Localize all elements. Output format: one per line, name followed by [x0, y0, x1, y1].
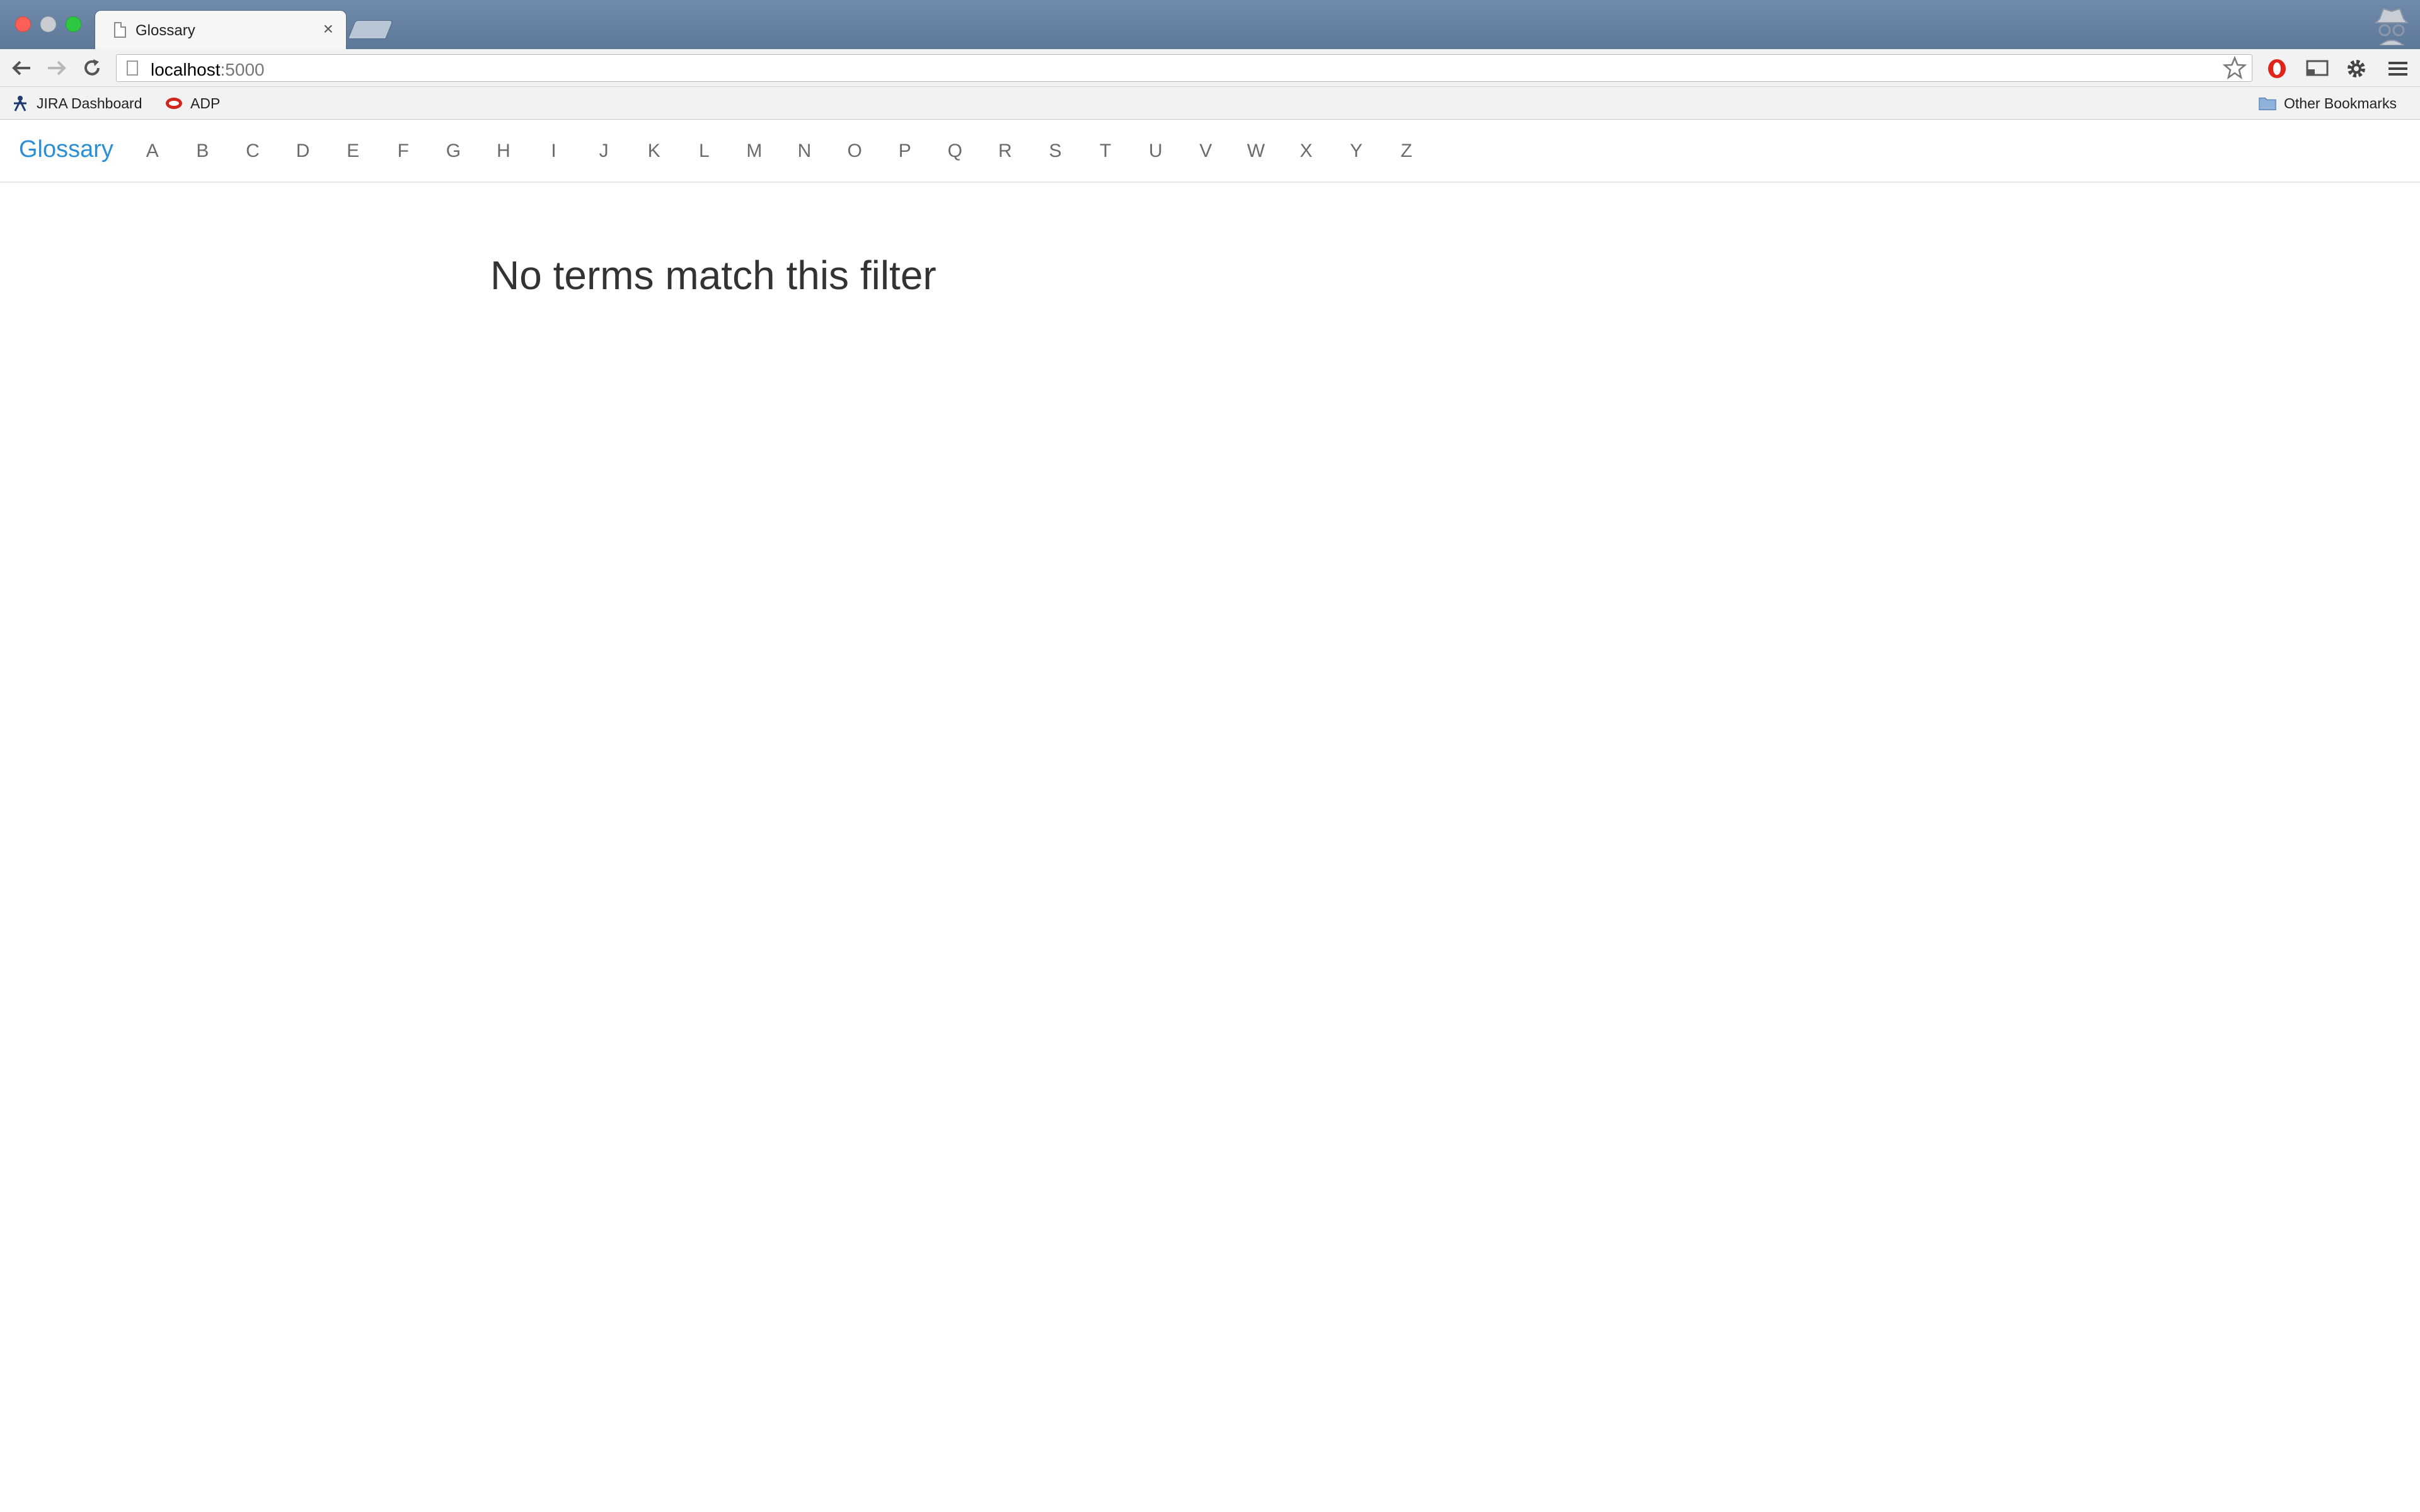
letter-filter-j[interactable]: J — [579, 140, 629, 162]
tab-title: Glossary — [135, 22, 195, 39]
page-icon — [114, 22, 126, 38]
browser-title-bar: Glossary × — [0, 0, 2420, 49]
bookmark-label: JIRA Dashboard — [37, 94, 142, 112]
letter-filter-v[interactable]: V — [1180, 140, 1231, 162]
letter-filter-l[interactable]: L — [679, 140, 730, 162]
letter-filter-i[interactable]: I — [529, 140, 579, 162]
letter-filter-f[interactable]: F — [378, 140, 429, 162]
other-bookmarks-label: Other Bookmarks — [2284, 94, 2397, 112]
page-icon — [127, 60, 138, 76]
bookmarks-bar: JIRA Dashboard ADP Other Bookmarks — [0, 87, 2420, 120]
browser-toolbar: localhost:5000 — [0, 49, 2420, 87]
letter-filter-z[interactable]: Z — [1381, 140, 1432, 162]
other-bookmarks-folder[interactable]: Other Bookmarks — [2259, 92, 2397, 115]
letter-filter-n[interactable]: N — [780, 140, 830, 162]
address-bar[interactable]: localhost:5000 — [116, 54, 2252, 82]
letter-filter-c[interactable]: C — [228, 140, 278, 162]
brand-link[interactable]: Glossary — [19, 136, 113, 163]
bookmark-label: ADP — [190, 94, 221, 112]
reload-icon[interactable] — [81, 57, 103, 79]
jira-icon — [14, 96, 26, 112]
letter-filter-t[interactable]: T — [1080, 140, 1131, 162]
glossary-navbar: Glossary ABCDEFGHIJKLMNOPQRSTUVWXYZ — [0, 120, 2420, 183]
forward-icon[interactable] — [45, 57, 68, 79]
letter-filter-b[interactable]: B — [178, 140, 228, 162]
letter-filter-y[interactable]: Y — [1331, 140, 1381, 162]
letter-filter-u[interactable]: U — [1131, 140, 1181, 162]
letter-filter-s[interactable]: S — [1030, 140, 1081, 162]
window-minimize-button[interactable] — [40, 16, 56, 32]
bookmark-jira-dashboard[interactable]: JIRA Dashboard — [11, 92, 142, 115]
letter-filter-o[interactable]: O — [829, 140, 880, 162]
menu-icon[interactable] — [2386, 57, 2410, 81]
letter-filter-h[interactable]: H — [478, 140, 529, 162]
cast-icon[interactable] — [2305, 57, 2329, 81]
letter-filter-w[interactable]: W — [1231, 140, 1281, 162]
letter-filter-a[interactable]: A — [127, 140, 178, 162]
opera-extension-icon[interactable] — [2265, 57, 2289, 81]
letter-filter-x[interactable]: X — [1281, 140, 1332, 162]
letter-filter-e[interactable]: E — [328, 140, 378, 162]
letter-filter-p[interactable]: P — [880, 140, 930, 162]
back-icon[interactable] — [10, 57, 33, 79]
letter-filter-g[interactable]: G — [429, 140, 479, 162]
letter-filter-r[interactable]: R — [980, 140, 1030, 162]
incognito-icon — [2374, 8, 2409, 45]
folder-icon — [2259, 97, 2276, 110]
empty-state-heading: No terms match this filter — [490, 253, 936, 298]
settings-gear-icon[interactable] — [2344, 57, 2368, 81]
letter-filter-q[interactable]: Q — [930, 140, 981, 162]
bookmark-adp[interactable]: ADP — [165, 92, 220, 115]
new-tab-button[interactable] — [347, 20, 394, 39]
letter-filter-d[interactable]: D — [278, 140, 328, 162]
window-maximize-button[interactable] — [66, 16, 81, 32]
tab-close-icon[interactable]: × — [323, 20, 333, 38]
adp-icon — [166, 98, 182, 109]
letter-filter-list: ABCDEFGHIJKLMNOPQRSTUVWXYZ — [127, 137, 1431, 165]
bookmark-star-icon[interactable] — [2223, 56, 2247, 80]
window-close-button[interactable] — [15, 16, 31, 32]
browser-tab-active[interactable]: Glossary × — [95, 10, 347, 49]
letter-filter-m[interactable]: M — [729, 140, 780, 162]
address-url[interactable]: localhost:5000 — [151, 60, 265, 80]
letter-filter-k[interactable]: K — [629, 140, 679, 162]
